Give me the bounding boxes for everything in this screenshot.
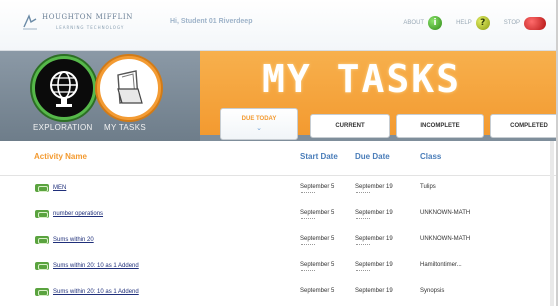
about-link[interactable]: ABOUT [403,20,424,26]
activity-cell: Sums within 20: 10 as 1 Addend [35,262,139,270]
divider [301,244,315,246]
start-date: September 5 [300,236,335,242]
divider [356,218,370,220]
activity-cell: number operations [35,210,103,218]
due-date: September 19 [355,288,393,294]
tab-current[interactable]: CURRENT [310,114,390,138]
logo-text: HOUGHTON MIFFLIN [42,13,133,21]
my-tasks-folder-icon[interactable] [97,56,161,120]
activity-type-icon [35,236,49,244]
table-row: number operations September 5 September … [0,202,556,228]
start-date: September 5 [300,262,335,268]
divider [356,270,370,272]
table-row: Sums within 20 September 5 September 19 … [0,228,556,254]
tab-completed[interactable]: COMPLETED [490,114,556,138]
houghton-mifflin-logo: HOUGHTON MIFFLIN LEARNING TECHNOLOGY [22,11,152,35]
stop-icon[interactable] [524,16,546,30]
col-start-date[interactable]: Start Date [300,152,338,161]
divider [356,192,370,194]
activity-type-icon [35,288,49,296]
table-row: Sums within 20: 10 as 1 Addend September… [0,254,556,280]
class-name: Synopsis [420,288,445,294]
divider [356,244,370,246]
divider [301,192,315,194]
activity-link[interactable]: number operations [53,211,103,217]
tab-due-today[interactable]: DUE TODAY ⌄ [220,108,298,140]
class-name: UNKNOWN-MATH [420,210,471,216]
class-name: UNKNOWN-MATH [420,236,471,242]
help-icon[interactable]: ? [475,16,490,30]
class-name: Tulips [420,184,436,190]
start-date: September 5 [300,288,335,294]
table-header: Activity Name Start Date Due Date Class [0,141,556,176]
col-due-date[interactable]: Due Date [355,152,390,161]
vertical-scrollbar[interactable] [550,141,554,306]
logo-mark-icon [23,14,37,30]
help-link[interactable]: HELP [456,20,472,26]
col-class[interactable]: Class [420,152,441,161]
my-tasks-label[interactable]: MY TASKS [104,123,146,132]
activity-cell: Sums within 20 [35,236,94,244]
activity-type-icon [35,210,49,218]
info-icon[interactable]: i [428,16,443,30]
exploration-label[interactable]: EXPLORATION [33,123,93,132]
activity-link[interactable]: Sums within 20: 10 as 1 Addend [53,289,139,295]
folder-icon [117,70,143,104]
page-header: MY TASKS EXPLORATION MY TASKS DUE TODAY … [0,51,556,141]
stop-link[interactable]: STOP [504,20,520,26]
activity-type-icon [35,262,49,270]
divider [301,270,315,272]
class-name: Hamiltontimer... [420,262,462,268]
page-title: MY TASKS [262,57,462,101]
activity-link[interactable]: Sums within 20 [53,237,94,243]
greeting-text: Hi, Student 01 Riverdeep [170,18,253,25]
app-frame: HOUGHTON MIFFLIN LEARNING TECHNOLOGY Hi,… [0,0,558,306]
table-row: MEN September 5 September 19 Tulips [0,176,556,202]
due-date: September 19 [355,210,393,216]
top-links: ABOUT i HELP ? STOP [403,14,546,32]
activity-cell: MEN [35,184,66,192]
chevron-down-icon: ⌄ [256,124,262,132]
exploration-globe-icon[interactable] [32,56,96,120]
tab-due-today-label: DUE TODAY [241,116,277,122]
top-bar: HOUGHTON MIFFLIN LEARNING TECHNOLOGY Hi,… [0,0,556,51]
start-date: September 5 [300,210,335,216]
logo-subtext: LEARNING TECHNOLOGY [56,25,125,30]
col-activity-name[interactable]: Activity Name [34,152,87,161]
activity-link[interactable]: MEN [53,185,66,191]
activity-link[interactable]: Sums within 20: 10 as 1 Addend [53,263,139,269]
due-date: September 19 [355,262,393,268]
due-date: September 19 [355,236,393,242]
activity-type-icon [35,184,49,192]
start-date: September 5 [300,184,335,190]
tab-incomplete[interactable]: INCOMPLETE [396,114,484,138]
due-date: September 19 [355,184,393,190]
divider [301,218,315,220]
table-row: Sums within 20: 10 as 1 Addend September… [0,280,556,306]
globe-icon [50,71,78,107]
activity-cell: Sums within 20: 10 as 1 Addend [35,288,139,296]
